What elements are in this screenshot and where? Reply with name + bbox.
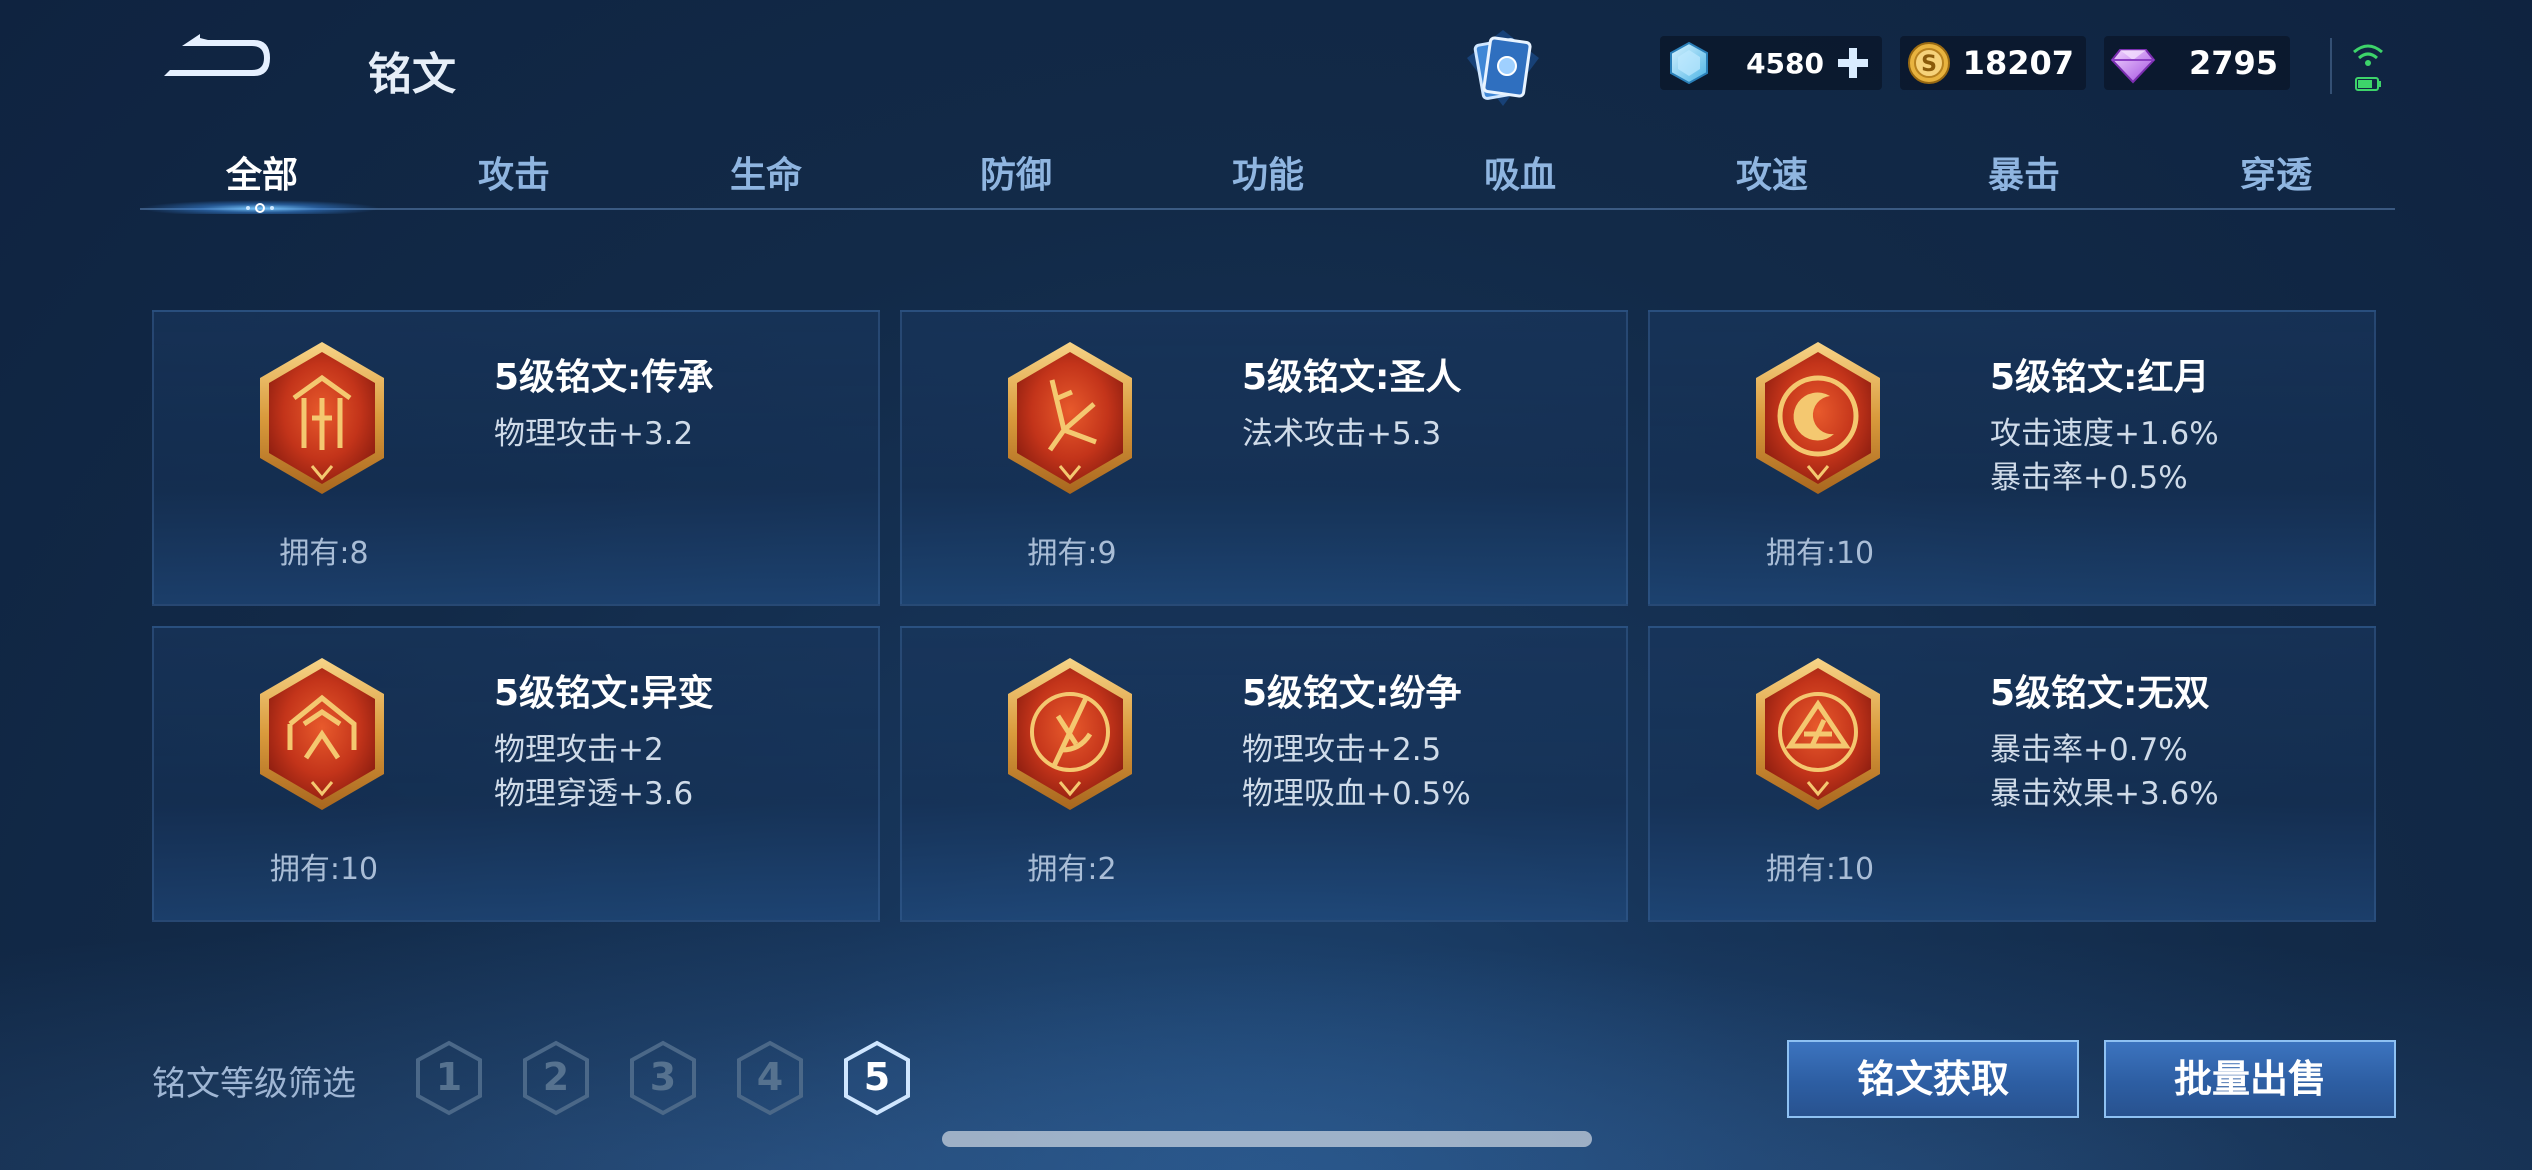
rune-category-tabs: 全部 攻击 生命 防御 功能 吸血 攻速 暴击 穿透 [140,130,2400,210]
rune-card-shengren[interactable]: 5级铭文:圣人 法术攻击+5.3 拥有:9 [900,310,1628,606]
tab-crit[interactable]: 暴击 [1924,146,2124,198]
rune-name: 5级铭文:无双 [1990,673,2210,714]
rune-owned-count: 拥有:10 [1765,852,1875,887]
rune-stat: 攻击速度+1.6% [1990,416,2219,452]
rune-card-fenzheng[interactable]: 5级铭文:纷争 物理攻击+2.5 物理吸血+0.5% 拥有:2 [900,626,1628,922]
level-number: 3 [649,1055,677,1099]
rune-owned-count: 拥有:8 [279,536,369,571]
rune-card-hongyue[interactable]: 5级铭文:红月 攻击速度+1.6% 暴击率+0.5% 拥有:10 [1648,310,2376,606]
rune-yibian-icon [260,658,384,810]
gold-value: 18207 [1962,44,2074,82]
level-filter-1[interactable]: 1 [414,1040,484,1116]
rune-chuancheng-icon [260,342,384,494]
rune-wushuang-icon [1756,658,1880,810]
tab-underline [140,208,2395,210]
diamond-icon [2110,49,2156,84]
diamond-value: 2795 [2188,44,2278,82]
rune-stat: 物理攻击+3.2 [494,416,694,452]
level-filter-2[interactable]: 2 [521,1040,591,1116]
rune-name: 5级铭文:红月 [1990,357,2210,398]
level-number: 5 [863,1055,891,1099]
rune-owned-count: 拥有:2 [1027,852,1117,887]
rune-card-yibian[interactable]: 5级铭文:异变 物理攻击+2 物理穿透+3.6 拥有:10 [152,626,880,922]
rune-owned-count: 拥有:9 [1027,536,1117,571]
rune-owned-count: 拥有:10 [1765,536,1875,571]
rune-fenzheng-icon [1008,658,1132,810]
crystal-value: 4580 [1746,47,1824,80]
page-title: 铭文 [368,49,456,100]
rune-stat: 暴击率+0.5% [1990,460,2188,496]
rune-card-wushuang[interactable]: 5级铭文:无双 暴击率+0.7% 暴击效果+3.6% 拥有:10 [1648,626,2376,922]
rune-name: 5级铭文:异变 [494,673,714,714]
gold-coin-icon: S [1908,42,1950,84]
rune-stat: 法术攻击+5.3 [1242,416,1442,452]
back-button[interactable] [160,30,270,90]
tab-lifesteal[interactable]: 吸血 [1420,146,1620,198]
level-number: 1 [435,1055,463,1099]
tab-penetration[interactable]: 穿透 [2176,146,2376,198]
level-filter-3[interactable]: 3 [628,1040,698,1116]
currency-gold: S 18207 [1900,36,2086,90]
currency-diamond: 2795 [2104,36,2290,90]
back-arrow-icon [164,34,270,76]
level-number: 4 [756,1055,784,1099]
rune-shengren-icon [1008,342,1132,494]
rune-stat: 物理穿透+3.6 [494,776,694,812]
tab-attack-speed[interactable]: 攻速 [1672,146,1872,198]
active-tab-dot-icon [246,203,274,213]
header-divider [2330,38,2332,94]
level-filter-label: 铭文等级筛选 [152,1064,356,1104]
rune-card-chuancheng[interactable]: 5级铭文:传承 物理攻击+3.2 拥有:8 [152,310,880,606]
level-filter-5[interactable]: 5 [842,1040,912,1116]
rune-stat: 物理攻击+2 [494,732,664,768]
home-indicator[interactable] [942,1131,1592,1147]
rune-name: 5级铭文:传承 [494,357,714,398]
svg-text:S: S [1921,52,1937,77]
level-number: 2 [542,1055,570,1099]
tab-attack[interactable]: 攻击 [414,146,614,198]
crystal-icon [1670,41,1708,85]
tab-all[interactable]: 全部 [162,146,362,198]
level-filter-4[interactable]: 4 [735,1040,805,1116]
rune-name: 5级铭文:纷争 [1242,673,1462,714]
rune-name: 5级铭文:圣人 [1242,357,1462,398]
rune-owned-count: 拥有:10 [269,852,379,887]
currency-crystal: 4580 [1660,36,1882,90]
rune-deck-icon[interactable] [1465,28,1541,108]
rune-stat: 暴击率+0.7% [1990,732,2188,768]
rune-hongyue-icon [1756,342,1880,494]
rune-stat: 暴击效果+3.6% [1990,776,2219,812]
rune-acquire-button[interactable]: 铭文获取 [1787,1040,2079,1118]
rune-stat: 物理攻击+2.5 [1242,732,1442,768]
tab-health[interactable]: 生命 [666,146,866,198]
plus-icon[interactable] [1836,46,1870,80]
rune-stat: 物理吸血+0.5% [1242,776,1471,812]
tab-defense[interactable]: 防御 [916,146,1116,198]
bulk-sell-button[interactable]: 批量出售 [2104,1040,2396,1118]
tab-utility[interactable]: 功能 [1168,146,1368,198]
wifi-battery-icon [2350,38,2386,94]
